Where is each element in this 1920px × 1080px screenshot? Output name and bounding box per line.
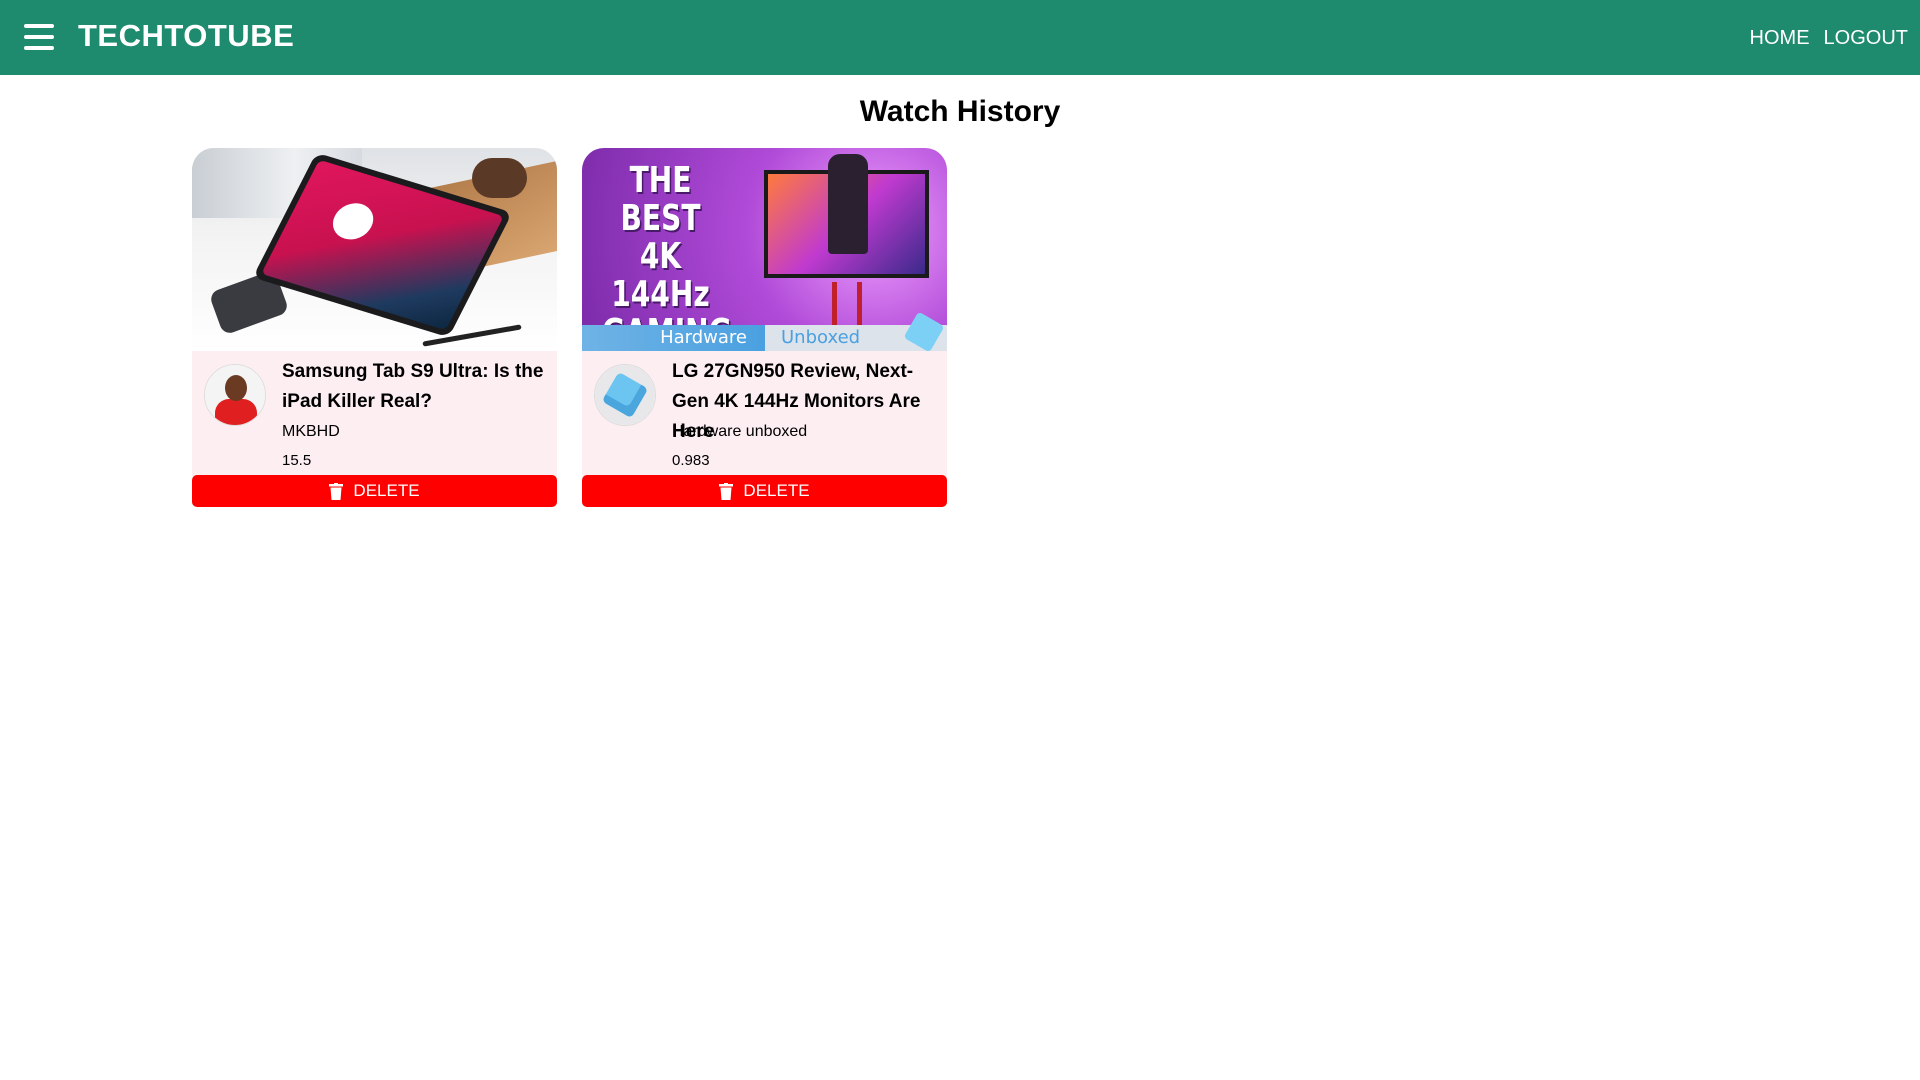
thumbnail-headline: THE BEST 4K 144Hz GAMING MONITOR [602,160,732,352]
video-thumbnail[interactable]: THE BEST 4K 144Hz GAMING MONITOR Hardwar… [582,148,947,351]
channel-name: Hardware unboxed [672,423,808,440]
thumbnail-band-left: Hardware [582,325,765,351]
app-bar: TECHTOTUBE HOME LOGOUT [0,0,1920,75]
channel-avatar[interactable] [594,364,656,426]
delete-label: DELETE [353,481,420,500]
trash-icon [329,482,344,500]
delete-button[interactable]: DELETE [582,475,947,507]
view-count: 0.983 [672,452,710,469]
video-card: THE BEST 4K 144Hz GAMING MONITOR Hardwar… [582,148,947,507]
delete-label: DELETE [743,481,810,500]
menu-icon[interactable] [24,24,54,50]
video-info: Samsung Tab S9 Ultra: Is the iPad Killer… [192,351,557,476]
trash-icon [719,482,734,500]
delete-button[interactable]: DELETE [192,475,557,507]
top-nav: HOME LOGOUT [1750,27,1908,50]
brand-logo[interactable]: TECHTOTUBE [78,18,294,54]
video-grid: Samsung Tab S9 Ultra: Is the iPad Killer… [192,148,947,507]
page-title: Watch History [859,95,1061,128]
video-thumbnail[interactable] [192,148,557,351]
channel-avatar[interactable] [204,364,266,426]
video-card: Samsung Tab S9 Ultra: Is the iPad Killer… [192,148,557,507]
video-title[interactable]: Samsung Tab S9 Ultra: Is the iPad Killer… [282,357,554,417]
video-info: LG 27GN950 Review, Next-Gen 4K 144Hz Mon… [582,351,947,476]
channel-name: MKBHD [282,423,340,440]
nav-home-link[interactable]: HOME [1750,27,1810,50]
view-count: 15.5 [282,452,312,469]
nav-logout-link[interactable]: LOGOUT [1824,27,1908,50]
